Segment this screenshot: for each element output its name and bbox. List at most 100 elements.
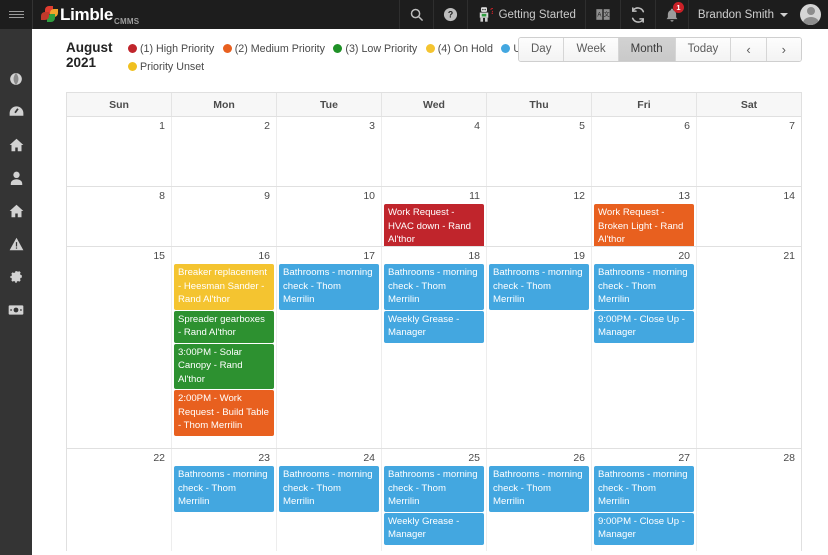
logo-subtext: CMMS xyxy=(114,17,140,26)
calendar-event[interactable]: 2:00PM - Work Request - Build Table - Th… xyxy=(174,390,274,436)
calendar-day-cell[interactable]: 20 Bathrooms - morning check - Thom Merri… xyxy=(592,247,697,448)
sidebar-item-settings[interactable] xyxy=(0,260,32,293)
sidebar-item-user[interactable] xyxy=(0,161,32,194)
day-number: 21 xyxy=(783,250,795,262)
calendar-event[interactable]: Bathrooms - morning check - Thom Merrili… xyxy=(279,466,379,512)
calendar-week-row: 1 2 3 4 5 6 7 xyxy=(67,116,801,186)
day-number: 18 xyxy=(468,250,480,262)
legend-item: (3) Low Priority xyxy=(329,43,417,55)
calendar-day-cell[interactable]: 15 xyxy=(67,247,172,448)
sidebar-item-dashboard[interactable] xyxy=(0,95,32,128)
calendar-event[interactable]: Bathrooms - morning check - Thom Merrili… xyxy=(384,466,484,512)
view-button-week[interactable]: Week xyxy=(564,38,619,61)
legend-dot-medium-priority xyxy=(222,44,232,53)
calendar-day-cell[interactable]: 23 Bathrooms - morning check - Thom Merri… xyxy=(172,449,277,551)
legend-dot-low-priority xyxy=(333,44,343,53)
day-number: 10 xyxy=(363,190,375,202)
calendar-day-cell[interactable]: 21 xyxy=(697,247,801,448)
avatar[interactable] xyxy=(800,4,821,25)
help-icon[interactable]: ? xyxy=(432,0,467,29)
robot-icon: ? xyxy=(479,6,493,22)
calendar-event[interactable]: Weekly Grease - Manager xyxy=(384,310,484,343)
calendar-day-cell[interactable]: 7 xyxy=(697,117,801,186)
calendar-day-cell[interactable]: 19 Bathrooms - morning check - Thom Merri… xyxy=(487,247,592,448)
getting-started-label: Getting Started xyxy=(498,8,576,21)
calendar-day-cell[interactable]: 17 Bathrooms - morning check - Thom Merri… xyxy=(277,247,382,448)
day-header-mon: Mon xyxy=(172,93,277,116)
day-number: 22 xyxy=(153,452,165,464)
calendar-day-cell[interactable]: 13 Work Request - Broken Light - Rand Al'… xyxy=(592,187,697,246)
sidebar-item-home[interactable] xyxy=(0,128,32,161)
calendar-day-cell[interactable]: 4 xyxy=(382,117,487,186)
calendar-event[interactable]: Work Request - Broken Light - Rand Al'th… xyxy=(594,204,694,246)
calendar-grid: Sun Mon Tue Wed Thu Fri Sat 1 2 3 4 5 6 7 8 9 10 1… xyxy=(66,92,802,551)
calendar-day-cell[interactable]: 8 xyxy=(67,187,172,246)
legend-label: (1) High Priority xyxy=(140,43,215,55)
day-number: 8 xyxy=(159,190,165,202)
calendar-event[interactable]: Bathrooms - morning check - Thom Merrili… xyxy=(384,264,484,310)
calendar-day-cell[interactable]: 14 xyxy=(697,187,801,246)
sidebar-item-assets[interactable] xyxy=(0,194,32,227)
calendar-day-cell[interactable]: 27 Bathrooms - morning check - Thom Merri… xyxy=(592,449,697,551)
calendar-event[interactable]: 3:00PM - Solar Canopy - Rand Al'thor xyxy=(174,343,274,389)
notifications-bell-icon[interactable]: 1 xyxy=(654,0,688,29)
day-number: 20 xyxy=(678,250,690,262)
next-period-button[interactable]: › xyxy=(766,38,801,61)
view-button-month[interactable]: Month xyxy=(618,38,676,61)
calendar-toolbar: August 2021 (1) High Priority (2) Medium… xyxy=(32,29,828,84)
sidebar-item-warning[interactable] xyxy=(0,227,32,260)
day-header-fri: Fri xyxy=(592,93,697,116)
calendar-day-cell[interactable]: 24 Bathrooms - morning check - Thom Merri… xyxy=(277,449,382,551)
calendar-event[interactable]: Bathrooms - morning check - Thom Merrili… xyxy=(489,466,589,512)
calendar-day-cell[interactable]: 9 xyxy=(172,187,277,246)
calendar-event[interactable]: Bathrooms - morning check - Thom Merrili… xyxy=(489,264,589,310)
calendar-day-cell[interactable]: 5 xyxy=(487,117,592,186)
day-header-sun: Sun xyxy=(67,93,172,116)
day-number: 7 xyxy=(789,120,795,132)
calendar-day-cell[interactable]: 18 Bathrooms - morning check - Thom Merri… xyxy=(382,247,487,448)
calendar-day-cell[interactable]: 11 Work Request - HVAC down - Rand Al'tho… xyxy=(382,187,487,246)
hamburger-menu-icon[interactable] xyxy=(0,0,33,29)
sidebar-item-billing[interactable] xyxy=(0,293,32,326)
calendar-day-cell[interactable]: 12 xyxy=(487,187,592,246)
search-icon[interactable] xyxy=(398,0,433,29)
day-header-thu: Thu xyxy=(487,93,592,116)
day-number: 6 xyxy=(684,120,690,132)
view-button-today[interactable]: Today xyxy=(675,38,732,61)
calendar-event[interactable]: Bathrooms - morning check - Thom Merrili… xyxy=(594,466,694,512)
calendar-day-cell[interactable]: 1 xyxy=(67,117,172,186)
calendar-event[interactable]: Weekly Grease - Manager xyxy=(384,512,484,545)
top-bar: Limble CMMS ? ? Getting Star xyxy=(0,0,828,29)
legend-item: (2) Medium Priority xyxy=(219,43,325,55)
calendar-event[interactable]: Work Request - HVAC down - Rand Al'thor xyxy=(384,204,484,246)
calendar-day-cell[interactable]: 26 Bathrooms - morning check - Thom Merri… xyxy=(487,449,592,551)
sidebar-item-globe[interactable] xyxy=(0,62,32,95)
calendar-event[interactable]: 9:00PM - Close Up - Manager xyxy=(594,310,694,343)
calendar-day-cell[interactable]: 16 Breaker replacement - Heesman Sander -… xyxy=(172,247,277,448)
calendar-day-cell[interactable]: 25 Bathrooms - morning check - Thom Merri… xyxy=(382,449,487,551)
day-header-tue: Tue xyxy=(277,93,382,116)
calendar-day-cell[interactable]: 6 xyxy=(592,117,697,186)
calendar-event[interactable]: 9:00PM - Close Up - Manager xyxy=(594,512,694,545)
calendar-event[interactable]: Bathrooms - morning check - Thom Merrili… xyxy=(594,264,694,310)
legend-dot-on-hold xyxy=(425,44,435,53)
calendar-day-cell[interactable]: 10 xyxy=(277,187,382,246)
app-logo[interactable]: Limble CMMS xyxy=(33,0,139,29)
user-menu[interactable]: Brandon Smith xyxy=(687,0,797,29)
calendar-event[interactable]: Breaker replacement - Heesman Sander - R… xyxy=(174,264,274,310)
day-number: 4 xyxy=(474,120,480,132)
calendar-day-cell[interactable]: 3 xyxy=(277,117,382,186)
calendar-day-cell[interactable]: 2 xyxy=(172,117,277,186)
getting-started-button[interactable]: ? Getting Started xyxy=(466,0,585,29)
prev-period-button[interactable]: ‹ xyxy=(731,38,767,61)
calendar-event[interactable]: Bathrooms - morning check - Thom Merrili… xyxy=(174,466,274,512)
year-label: 2021 xyxy=(66,55,97,70)
refresh-icon[interactable] xyxy=(619,0,655,29)
view-button-day[interactable]: Day xyxy=(519,38,565,61)
calendar-event[interactable]: Bathrooms - morning check - Thom Merrili… xyxy=(279,264,379,310)
calendar-day-cell[interactable]: 22 xyxy=(67,449,172,551)
translate-icon[interactable]: A 文 xyxy=(584,0,620,29)
calendar-day-cell[interactable]: 28 xyxy=(697,449,801,551)
calendar-event[interactable]: Spreader gearboxes - Rand Al'thor xyxy=(174,310,274,343)
calendar-week-row: 15 16 Breaker replacement - Heesman Sander… xyxy=(67,246,801,448)
